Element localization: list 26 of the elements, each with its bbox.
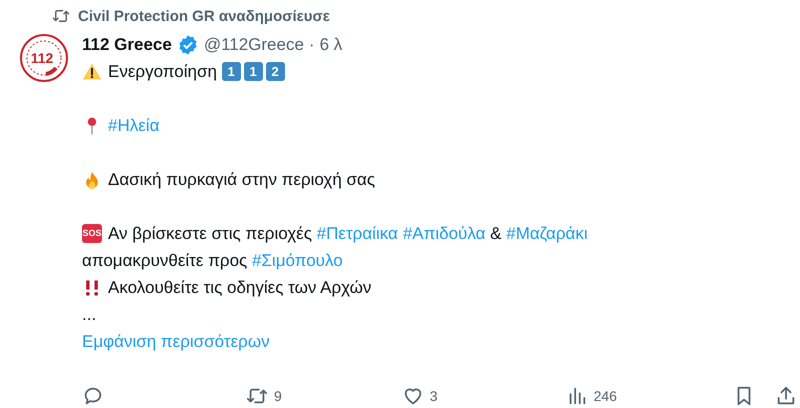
reply-icon xyxy=(82,385,104,407)
post-text: απομακρυνθείτε προς xyxy=(82,250,248,270)
repost-header[interactable]: Civil Protection GR αναδημοσίευσε xyxy=(78,8,330,24)
reply-button[interactable] xyxy=(82,385,104,407)
keycap-digit: 1 xyxy=(244,62,263,81)
avatar-logo[interactable]: 112 xyxy=(18,32,70,84)
action-count: 246 xyxy=(594,388,617,404)
post-time[interactable]: 6 λ xyxy=(320,35,342,55)
post-text: & xyxy=(489,224,502,244)
keycap-digit: 2 xyxy=(266,62,285,81)
post-text: ... xyxy=(82,304,96,324)
keycap-digit: 1 xyxy=(222,62,241,81)
post-text: Ακολουθείτε τις οδηγίες των Αρχών xyxy=(108,278,372,298)
heart-button[interactable]: 3 xyxy=(402,385,438,407)
repost-button[interactable]: 9 xyxy=(246,385,282,407)
action-count: 3 xyxy=(430,388,438,404)
sos-badge: SOS xyxy=(82,224,102,243)
author-handle[interactable]: @112Greece xyxy=(204,35,304,55)
post-text: Δασική πυρκαγιά στην περιοχή σας xyxy=(108,170,376,190)
bar-chart-button[interactable]: 246 xyxy=(566,385,617,407)
post-text: Αν βρίσκεστε στις περιοχές xyxy=(108,224,313,244)
post-text: Ενεργοποίηση xyxy=(108,62,218,82)
separator-dot: · xyxy=(308,35,315,55)
warning-icon xyxy=(82,62,102,82)
author-name[interactable]: 112 Greece xyxy=(82,35,172,55)
action-count: 9 xyxy=(274,388,282,404)
